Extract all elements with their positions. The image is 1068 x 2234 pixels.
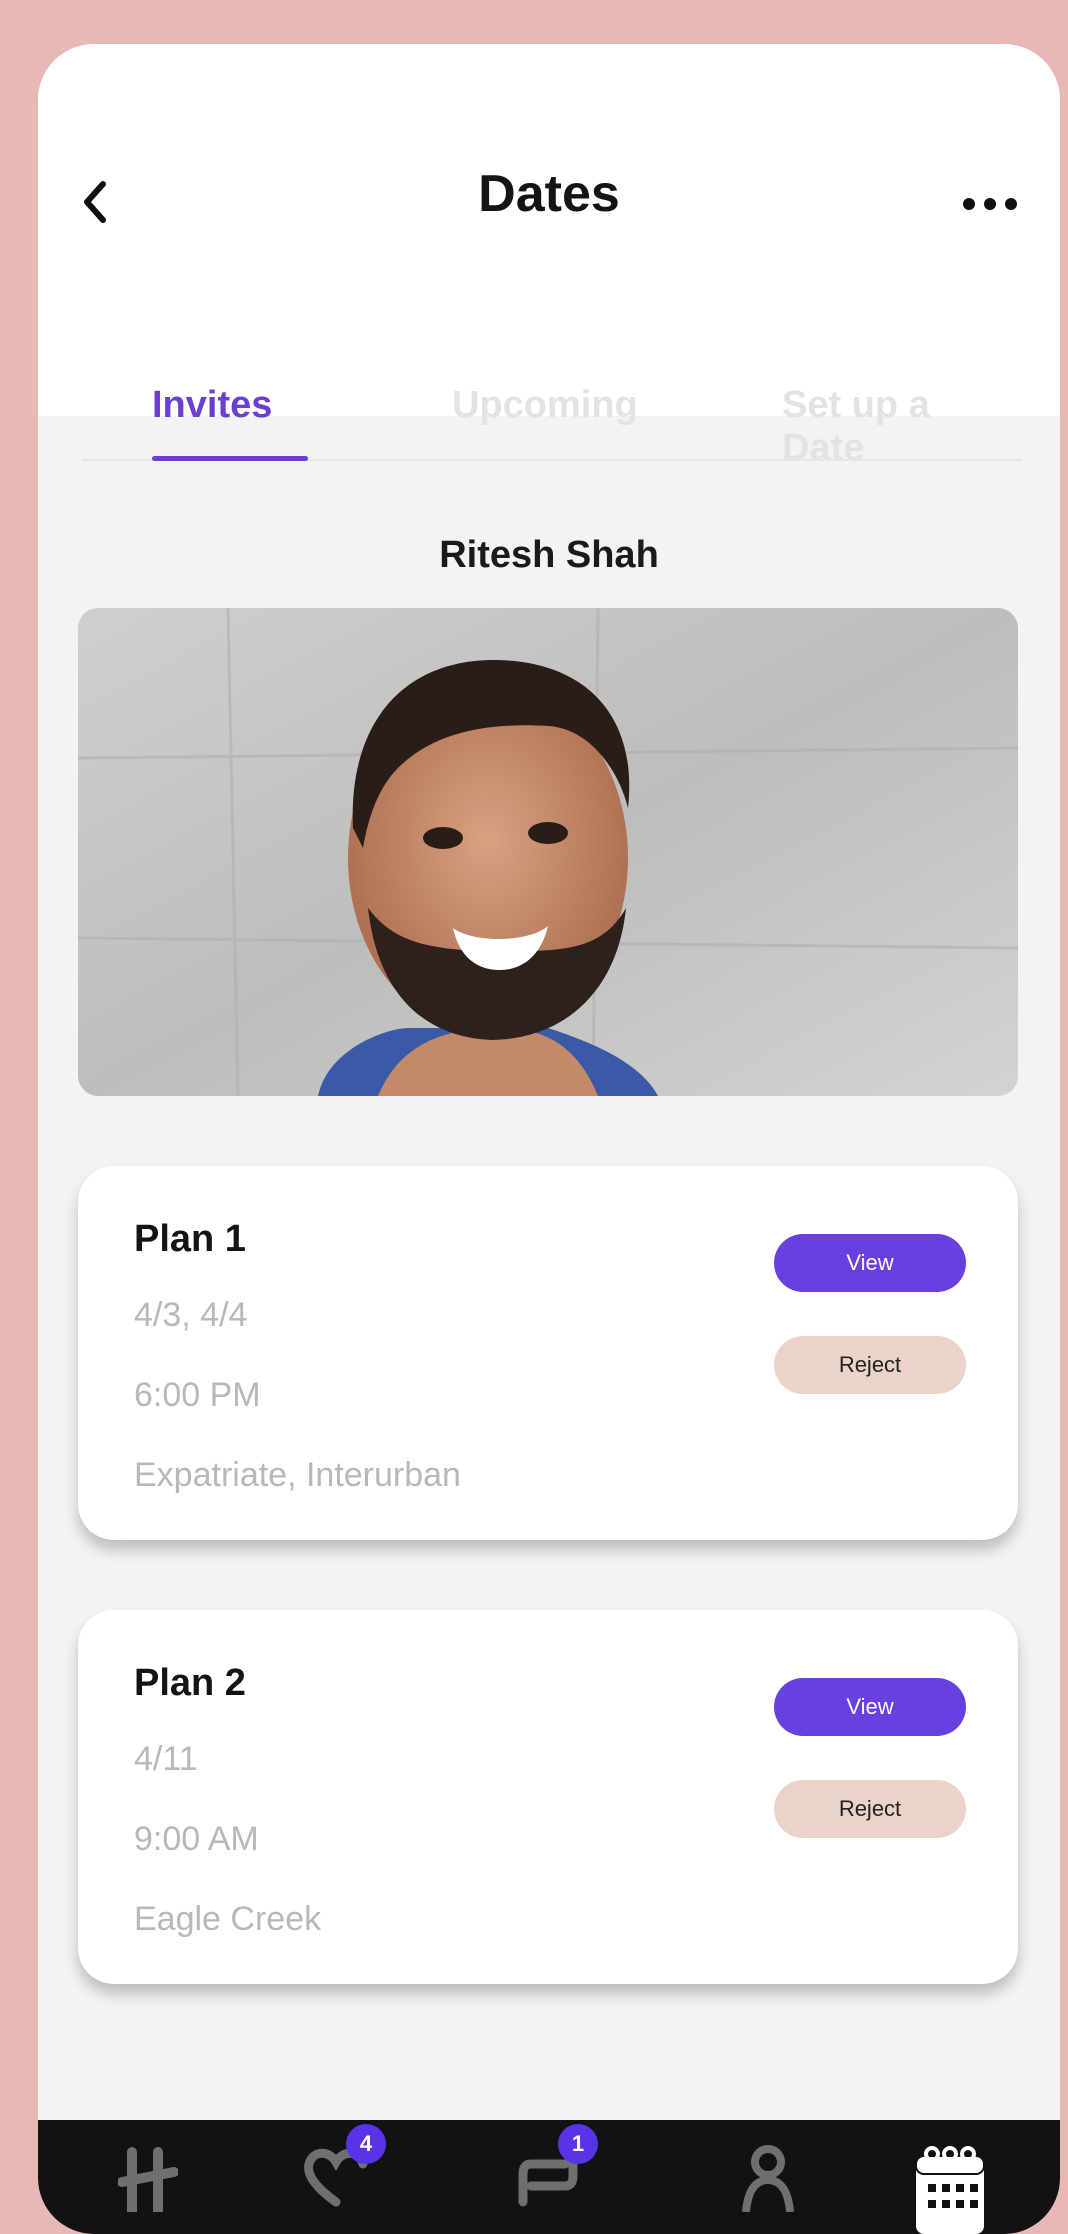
plan-places: Eagle Creek [134,1900,322,1938]
more-options-button[interactable] [960,174,1020,234]
tab-set-up-a-date[interactable]: Set up a Date [782,384,1022,470]
phone-screen: Dates Invites Upcoming Set up a Date Rit… [38,44,1060,2234]
reject-button[interactable]: Reject [774,1336,966,1394]
view-button[interactable]: View [774,1234,966,1292]
active-tab-indicator [152,456,308,461]
plan-title: Plan 2 [134,1662,246,1704]
nav-home[interactable] [108,2142,188,2234]
more-icon [963,198,1017,210]
profile-icon [742,2145,794,2212]
plan-time: 6:00 PM [134,1376,261,1414]
plan-dates: 4/11 [134,1740,198,1778]
profile-name: Ritesh Shah [439,534,659,576]
plan-places: Expatriate, Interurban [134,1456,461,1494]
nav-calendar[interactable] [910,2142,990,2234]
nav-likes[interactable]: 4 [296,2124,386,2234]
profile-photo-image [78,608,1018,1096]
home-icon [118,2147,178,2212]
bottom-nav-bar: 4 1 [38,2120,1060,2234]
calendar-icon [915,2146,985,2234]
plan-title: Plan 1 [134,1218,246,1260]
likes-badge: 4 [346,2124,386,2164]
nav-chat[interactable]: 1 [508,2124,598,2234]
plan-time: 9:00 AM [134,1820,259,1858]
nav-profile[interactable] [728,2142,808,2234]
profile-photo[interactable] [78,608,1018,1096]
plan-card: Plan 1 4/3, 4/4 6:00 PM Expatriate, Inte… [78,1166,1018,1540]
page-title: Dates [478,165,620,223]
reject-button[interactable]: Reject [774,1780,966,1838]
view-button[interactable]: View [774,1678,966,1736]
tab-invites[interactable]: Invites [152,384,272,427]
plan-dates: 4/3, 4/4 [134,1296,248,1334]
chat-badge: 1 [558,2124,598,2164]
tab-bar: Invites Upcoming Set up a Date [82,354,1022,469]
tab-upcoming[interactable]: Upcoming [452,384,638,427]
plan-card: Plan 2 4/11 9:00 AM Eagle Creek View Rej… [78,1610,1018,1984]
